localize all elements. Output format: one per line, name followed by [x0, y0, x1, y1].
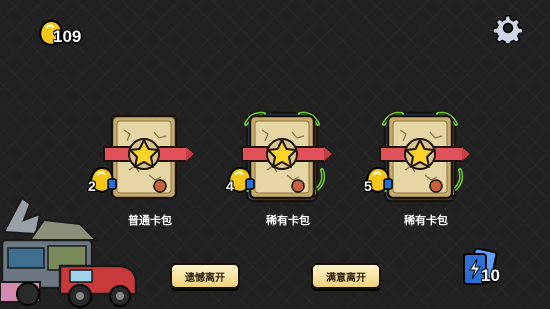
deck-button[interactable]: 10: [460, 247, 510, 290]
card-pack-rare[interactable]: 5 稀有卡包: [364, 110, 482, 230]
coin-count: 109: [53, 27, 82, 46]
gear-icon: [492, 15, 524, 47]
coin-counter: 109: [36, 18, 126, 50]
leave-satisfied-button[interactable]: 满意离开: [311, 263, 381, 289]
settings-button[interactable]: [492, 13, 524, 47]
pack-label: 稀有卡包: [404, 215, 448, 227]
armored-truck-illustration: [0, 196, 138, 308]
deck-count: 10: [481, 266, 500, 285]
pack-label: 稀有卡包: [266, 215, 310, 227]
leave-with-regret-button[interactable]: 遗憾离开: [170, 263, 240, 289]
card-pack-rare[interactable]: 4 稀有卡包: [226, 110, 344, 230]
pack-price: 5: [364, 178, 372, 194]
pack-price: 4: [226, 178, 234, 194]
